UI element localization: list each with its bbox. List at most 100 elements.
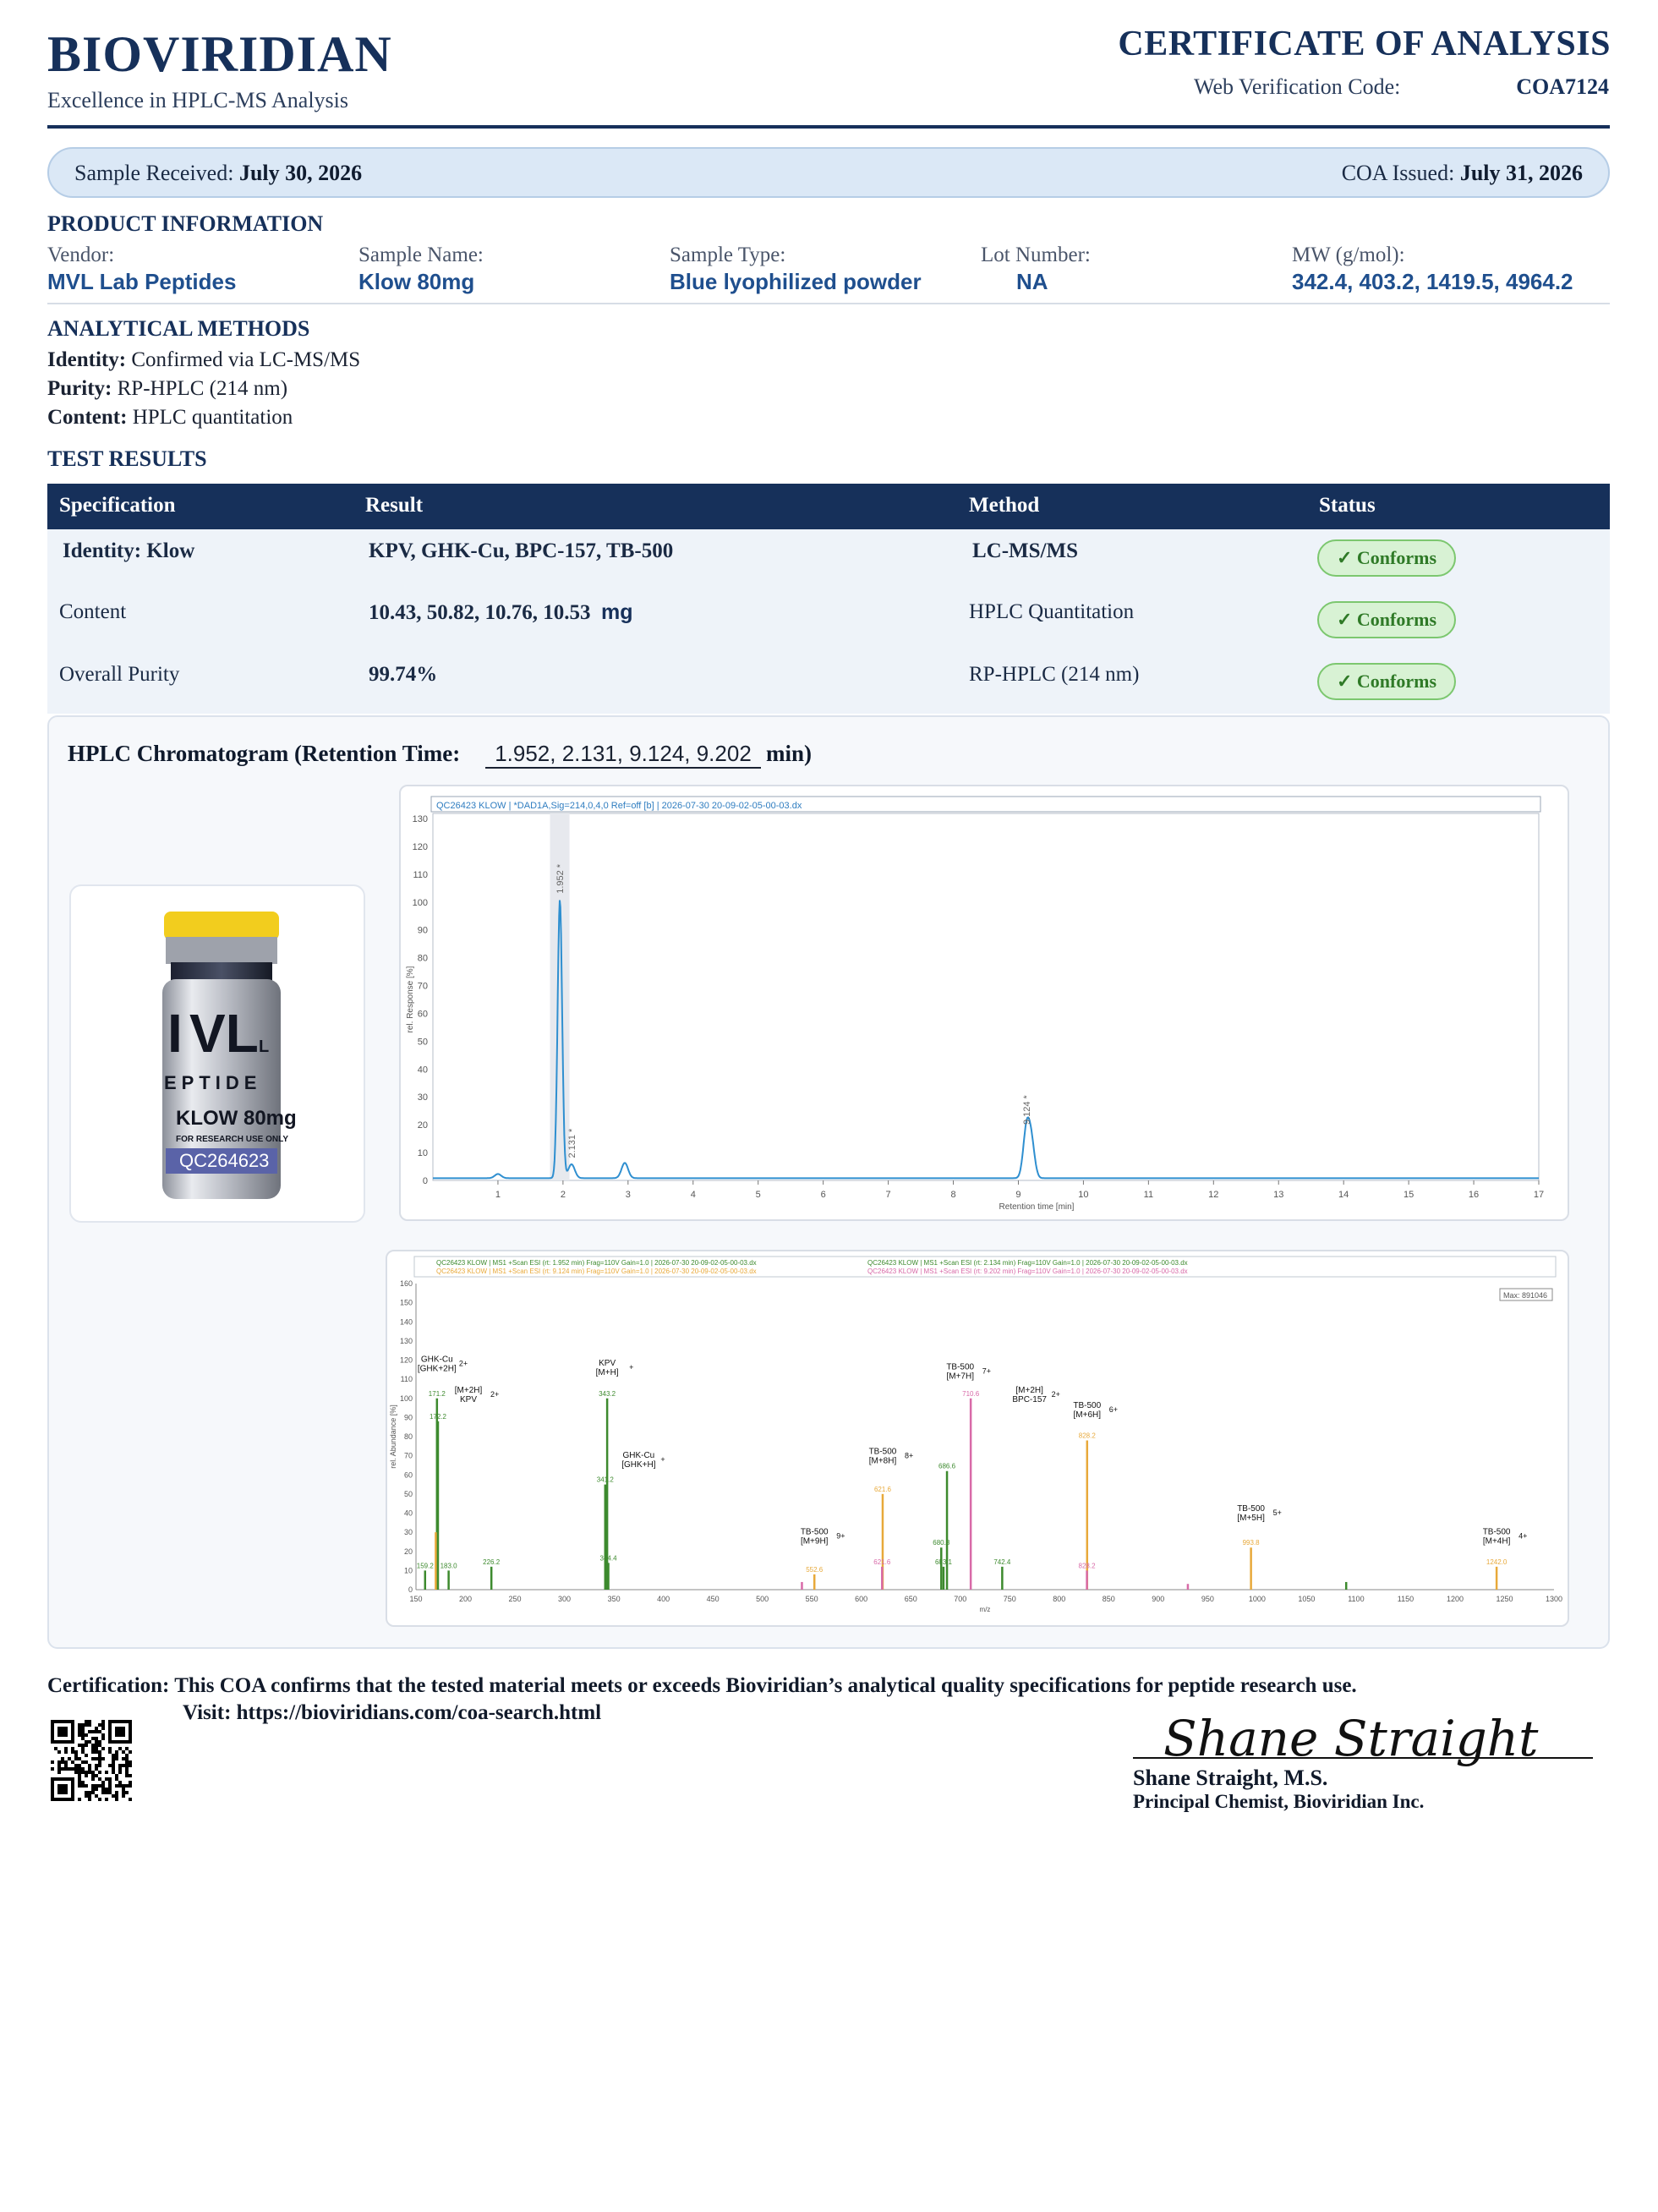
ms-peak-value: 1242.0 (1486, 1558, 1508, 1566)
qr-module (78, 1781, 81, 1784)
product-info-heading: PRODUCT INFORMATION (47, 211, 324, 236)
ms-x-tick: 850 (1103, 1595, 1115, 1603)
ms-annotation-charge: 6+ (1109, 1405, 1118, 1414)
ms-annotation: TB-500 (801, 1527, 829, 1536)
qr-module (95, 1740, 98, 1744)
qr-module (81, 1733, 85, 1737)
ms-peak-value: 742.4 (993, 1558, 1011, 1566)
qr-module (81, 1730, 85, 1733)
qr-module (112, 1754, 115, 1757)
qr-module (125, 1764, 129, 1767)
qr-module (81, 1727, 85, 1730)
qr-module (115, 1794, 118, 1798)
vial-brand: VL (189, 1003, 259, 1064)
hplc-x-tick: 4 (691, 1190, 696, 1200)
qr-module (78, 1733, 81, 1737)
certification-label: Certification: (47, 1674, 170, 1697)
qr-module (125, 1754, 129, 1757)
qr-code-icon (51, 1720, 132, 1801)
qr-module (101, 1723, 105, 1727)
results-table-header: Specification Result Method Status (47, 484, 1610, 529)
qr-module (125, 1771, 129, 1774)
qr-module (64, 1764, 68, 1767)
qr-module (91, 1771, 95, 1774)
ms-y-tick: 110 (401, 1375, 413, 1383)
qr-module (129, 1764, 132, 1767)
ms-y-tick: 40 (404, 1509, 413, 1518)
qr-module (64, 1760, 68, 1764)
ms-annotation: [M+5H] (1237, 1514, 1265, 1523)
hplc-y-tick: 40 (418, 1065, 428, 1075)
qr-module (112, 1771, 115, 1774)
hplc-x-tick: 5 (756, 1190, 761, 1200)
sample-name-label: Sample Name: (358, 244, 484, 266)
method-identity: Identity: Confirmed via LC-MS/MS (47, 348, 360, 372)
qr-module (98, 1760, 101, 1764)
ms-peak-value: 343.2 (599, 1390, 616, 1398)
qr-module (78, 1798, 81, 1801)
ms-peak-value: 552.6 (806, 1566, 824, 1574)
method-purity: Purity: RP-HPLC (214 nm) (47, 377, 287, 401)
ms-peak-value: 993.8 (1243, 1539, 1261, 1547)
col-method: Method (969, 494, 1040, 517)
hplc-x-tick: 14 (1338, 1190, 1349, 1200)
qr-module (129, 1750, 132, 1754)
qr-module (98, 1757, 101, 1760)
qr-module (105, 1791, 108, 1794)
ms-annotation-charge: 5+ (1273, 1508, 1282, 1517)
qr-module (95, 1764, 98, 1767)
qr-module (98, 1754, 101, 1757)
qr-module (81, 1737, 85, 1740)
qr-module (85, 1784, 88, 1788)
hplc-x-label: Retention time [min] (999, 1202, 1075, 1212)
qr-module (122, 1784, 125, 1788)
qr-module (98, 1744, 101, 1747)
ms-y-label: rel. Abundance [%] (389, 1404, 397, 1469)
qr-module (71, 1760, 74, 1764)
hplc-x-tick: 16 (1469, 1190, 1479, 1200)
qr-module (108, 1777, 112, 1781)
qr-module (85, 1723, 88, 1727)
signatory-title: Principal Chemist, Bioviridian Inc. (1133, 1791, 1425, 1812)
hplc-x-tick: 12 (1208, 1190, 1218, 1200)
qr-module (129, 1774, 132, 1777)
ms-peak-value: 341.2 (597, 1476, 615, 1484)
qr-module (91, 1737, 95, 1740)
qr-code[interactable] (51, 1720, 132, 1801)
ms-annotation-charge: + (660, 1455, 665, 1464)
qr-module (57, 1771, 61, 1774)
qr-module (95, 1788, 98, 1791)
ms-legend-entry: QC26423 KLOW | MS1 +Scan ESI (rt: 2.134 … (867, 1259, 1188, 1267)
qr-module (125, 1767, 129, 1771)
qr-module (98, 1798, 101, 1801)
hplc-y-tick: 70 (418, 982, 428, 992)
hplc-x-tick: 9 (1015, 1190, 1021, 1200)
qr-module (101, 1781, 105, 1784)
qr-module (85, 1740, 88, 1744)
methods-heading: ANALYTICAL METHODS (47, 316, 310, 341)
ms-x-tick: 600 (855, 1595, 867, 1603)
qr-module (101, 1757, 105, 1760)
row-purity-spec: Overall Purity (59, 663, 180, 686)
verification-url[interactable]: Visit: https://bioviridians.com/coa-sear… (183, 1701, 601, 1725)
qr-module (95, 1744, 98, 1747)
qr-module (95, 1750, 98, 1754)
hplc-y-tick: 120 (413, 842, 428, 852)
qr-module (122, 1757, 125, 1760)
qr-module (71, 1750, 74, 1754)
qr-module (98, 1777, 101, 1781)
hplc-x-tick: 13 (1273, 1190, 1283, 1200)
qr-module (85, 1791, 88, 1794)
method-purity-label: Purity: (47, 377, 112, 400)
qr-module (85, 1754, 88, 1757)
method-content: Content: HPLC quantitation (47, 406, 293, 430)
qr-module (91, 1744, 95, 1747)
qr-module (98, 1771, 101, 1774)
ms-y-tick: 140 (400, 1317, 413, 1326)
hplc-y-tick: 100 (413, 898, 428, 908)
qr-module (95, 1774, 98, 1777)
qr-module (85, 1774, 88, 1777)
qr-module (112, 1764, 115, 1767)
qr-module (57, 1767, 61, 1771)
hplc-y-tick: 110 (413, 870, 428, 880)
